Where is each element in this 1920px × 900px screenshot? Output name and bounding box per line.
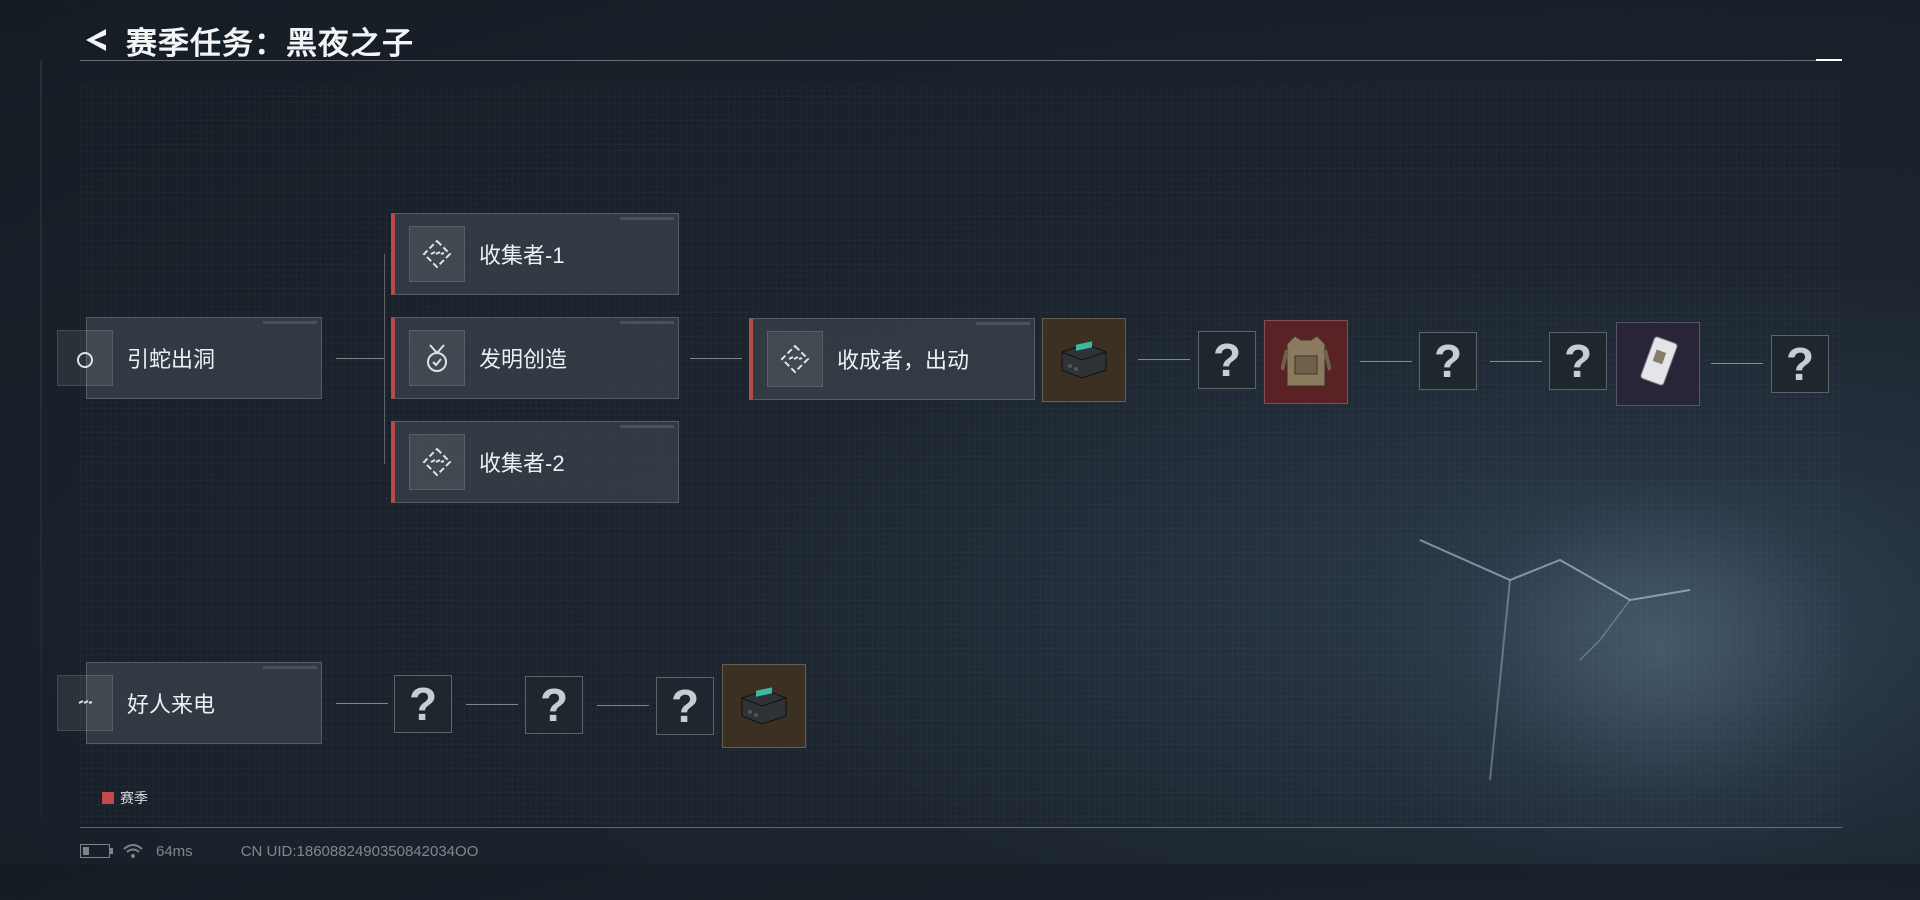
reward-ammo-box[interactable] — [722, 664, 806, 748]
quest-corner-decoration — [263, 321, 317, 324]
question-mark-icon: ? — [539, 679, 569, 731]
branch-connector — [384, 254, 385, 464]
quest-corner-decoration — [620, 217, 674, 220]
page-title: 赛季任务：黑夜之子 — [126, 25, 414, 61]
back-arrow-icon — [86, 29, 106, 51]
question-mark-icon: ? — [1433, 335, 1463, 387]
unknown-step[interactable]: ? — [1419, 332, 1477, 390]
diamond-task-icon — [422, 447, 452, 477]
diamond-task-icon — [422, 239, 452, 269]
unknown-step[interactable]: ? — [394, 675, 452, 733]
connector-line — [1138, 359, 1190, 360]
connector-line — [336, 703, 388, 704]
unknown-step[interactable]: ? — [1549, 332, 1607, 390]
quest-label: 发明创造 — [479, 347, 568, 372]
reward-card[interactable] — [1616, 322, 1700, 406]
connector-line — [1490, 361, 1542, 362]
quest-icon — [409, 226, 465, 282]
ammo-box-icon — [1061, 341, 1107, 379]
quest-icon — [409, 434, 465, 490]
quest-yin-she[interactable]: 引蛇出洞 — [57, 317, 322, 399]
keycard-icon — [1640, 336, 1678, 386]
reward-ammo-box[interactable] — [1042, 318, 1126, 402]
background-decoration — [92, 100, 100, 115]
quest-icon — [409, 330, 465, 386]
connector-line — [1360, 361, 1412, 362]
battery-icon — [80, 844, 113, 858]
footer-divider — [80, 827, 1842, 828]
connector-line — [336, 358, 384, 359]
medal-icon — [77, 352, 93, 368]
question-mark-icon: ? — [670, 680, 700, 732]
reward-body-armor[interactable] — [1264, 320, 1348, 404]
quest-label: 收集者-1 — [479, 243, 565, 268]
legend-label: 赛季 — [120, 790, 148, 806]
ping-value: 64ms — [156, 842, 193, 860]
user-uid: CN UID:1860882490350842034OO — [240, 842, 479, 860]
page-header: 赛季任务：黑夜之子 — [78, 18, 414, 62]
back-button[interactable] — [78, 23, 112, 57]
quest-label: 引蛇出洞 — [127, 347, 216, 372]
quest-corner-decoration — [976, 322, 1030, 325]
quest-icon — [767, 331, 823, 387]
connector-line — [597, 705, 649, 706]
quest-harvest[interactable]: 收成者，出动 — [749, 318, 1035, 400]
medal-check-icon — [427, 344, 447, 372]
quest-corner-decoration — [620, 425, 674, 428]
unknown-step[interactable]: ? — [525, 676, 583, 734]
ammo-box-icon — [741, 687, 787, 725]
connector-line — [466, 704, 518, 705]
legend-swatch — [102, 792, 114, 804]
header-divider — [80, 59, 1842, 61]
quest-label: 好人来电 — [127, 692, 216, 717]
quest-icon — [57, 675, 113, 731]
left-rail-decoration — [40, 60, 42, 820]
unknown-step[interactable]: ? — [1771, 335, 1829, 393]
question-mark-icon: ? — [1212, 334, 1242, 386]
quest-icon — [57, 330, 113, 386]
diamond-task-icon — [780, 344, 810, 374]
unknown-step[interactable]: ? — [656, 677, 714, 735]
quest-invention[interactable]: 发明创造 — [391, 317, 679, 399]
legend: 赛季 — [102, 788, 148, 808]
unknown-step[interactable]: ? — [1198, 331, 1256, 389]
body-armor-icon — [1281, 335, 1331, 387]
quest-good-call[interactable]: 好人来电 — [57, 662, 322, 744]
question-mark-icon: ? — [1785, 338, 1815, 390]
quest-label: 收集者-2 — [479, 451, 565, 476]
diamond-task-icon — [78, 700, 93, 704]
quest-label: 收成者，出动 — [837, 348, 970, 373]
connector-line — [1711, 363, 1763, 364]
status-bar: 64ms CN UID:1860882490350842034OO — [80, 842, 478, 860]
quest-collector-2[interactable]: 收集者-2 — [391, 421, 679, 503]
question-mark-icon: ? — [1563, 335, 1593, 387]
wifi-icon — [123, 844, 143, 858]
connector-line — [690, 358, 742, 359]
lightning-decoration — [1419, 539, 1691, 781]
quest-collector-1[interactable]: 收集者-1 — [391, 213, 679, 295]
question-mark-icon: ? — [408, 678, 438, 730]
quest-corner-decoration — [620, 321, 674, 324]
quest-corner-decoration — [263, 666, 317, 669]
